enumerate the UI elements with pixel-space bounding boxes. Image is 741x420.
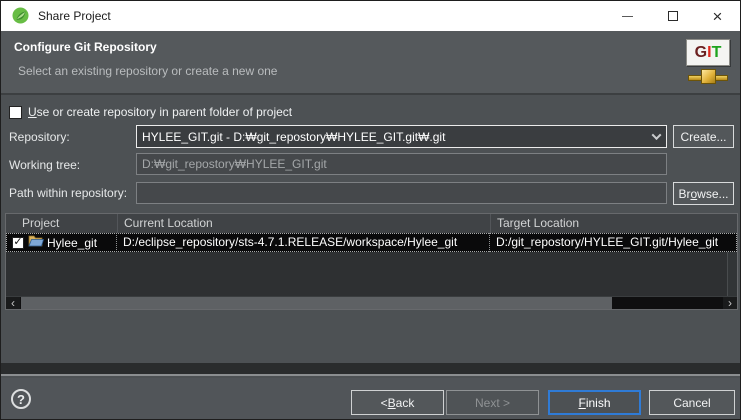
minimize-button[interactable]	[605, 1, 650, 31]
projects-table: Project Current Location Target Location…	[5, 213, 738, 310]
help-button[interactable]: ?	[11, 389, 31, 409]
page-subtitle: Select an existing repository or create …	[18, 64, 277, 78]
horizontal-scrollbar[interactable]: ‹ ›	[6, 296, 737, 309]
maximize-icon	[668, 11, 678, 21]
working-tree-label: Working tree:	[9, 158, 80, 172]
scroll-right-button[interactable]: ›	[723, 297, 737, 309]
cancel-button[interactable]: Cancel	[649, 390, 735, 415]
window-controls: ×	[605, 1, 740, 31]
repository-label: Repository:	[9, 130, 70, 144]
open-folder-icon	[28, 234, 44, 252]
table-row[interactable]: ✓ Hylee_git D:/eclipse_repository/sts-4.…	[6, 233, 737, 252]
git-letter-t: T	[712, 44, 722, 62]
scrollbar-track[interactable]	[20, 297, 723, 309]
close-button[interactable]: ×	[695, 1, 740, 31]
vertical-scrollbar[interactable]	[727, 252, 737, 296]
scroll-left-button[interactable]: ‹	[6, 297, 20, 309]
table-header: Project Current Location Target Location	[6, 214, 737, 233]
project-cell: ✓ Hylee_git	[6, 233, 117, 252]
path-within-repo-field[interactable]	[136, 182, 667, 204]
button-bar: ? < Back Next > Finish Cancel	[1, 378, 740, 420]
titlebar: Share Project ×	[1, 1, 740, 31]
git-cube-shape	[701, 69, 716, 84]
project-name: Hylee_git	[47, 234, 97, 252]
wizard-header: Configure Git Repository Select an exist…	[1, 31, 740, 95]
parent-folder-option[interactable]: Use or create repository in parent folde…	[9, 105, 292, 119]
close-icon: ×	[713, 8, 723, 25]
chevron-down-icon	[651, 130, 661, 140]
share-project-dialog: Share Project × Configure Git Repository…	[0, 0, 741, 420]
target-location-cell: D:/git_repostory/HYLEE_GIT.git/Hylee_git	[490, 233, 737, 252]
path-within-repo-label: Path within repository:	[9, 186, 127, 200]
maximize-button[interactable]	[650, 1, 695, 31]
column-header-current-location[interactable]: Current Location	[117, 214, 490, 233]
spring-leaf-icon	[12, 7, 29, 24]
parent-folder-checkbox[interactable]	[9, 106, 22, 119]
row-checkbox[interactable]: ✓	[12, 237, 24, 249]
column-header-target-location[interactable]: Target Location	[490, 214, 727, 233]
combo-dropdown-button[interactable]	[646, 126, 666, 147]
scrollbar-thumb[interactable]	[21, 297, 612, 309]
finish-button[interactable]: Finish	[548, 390, 641, 415]
repository-combo[interactable]: HYLEE_GIT.git - D:₩git_repostory₩HYLEE_G…	[136, 125, 667, 148]
create-button[interactable]: Create...	[673, 125, 734, 148]
repository-combo-value: HYLEE_GIT.git - D:₩git_repostory₩HYLEE_G…	[137, 130, 646, 144]
browse-button[interactable]: Browse...	[673, 182, 734, 205]
current-location-cell: D:/eclipse_repository/sts-4.7.1.RELEASE/…	[117, 233, 490, 252]
table-empty-area	[6, 252, 737, 296]
window-title: Share Project	[38, 1, 111, 31]
working-tree-field: D:₩git_repostory₩HYLEE_GIT.git	[136, 153, 667, 175]
git-repository-icon: GIT	[684, 37, 732, 87]
page-title: Configure Git Repository	[14, 40, 157, 54]
back-button[interactable]: < Back	[351, 390, 444, 415]
git-logo-plate: GIT	[686, 39, 730, 66]
parent-folder-label: Use or create repository in parent folde…	[28, 105, 292, 119]
git-letter-g: G	[695, 44, 707, 62]
column-header-project[interactable]: Project	[6, 214, 117, 233]
next-button[interactable]: Next >	[446, 390, 539, 415]
footer-separator	[1, 363, 740, 376]
minimize-icon	[622, 16, 633, 17]
header-corner	[727, 214, 737, 233]
